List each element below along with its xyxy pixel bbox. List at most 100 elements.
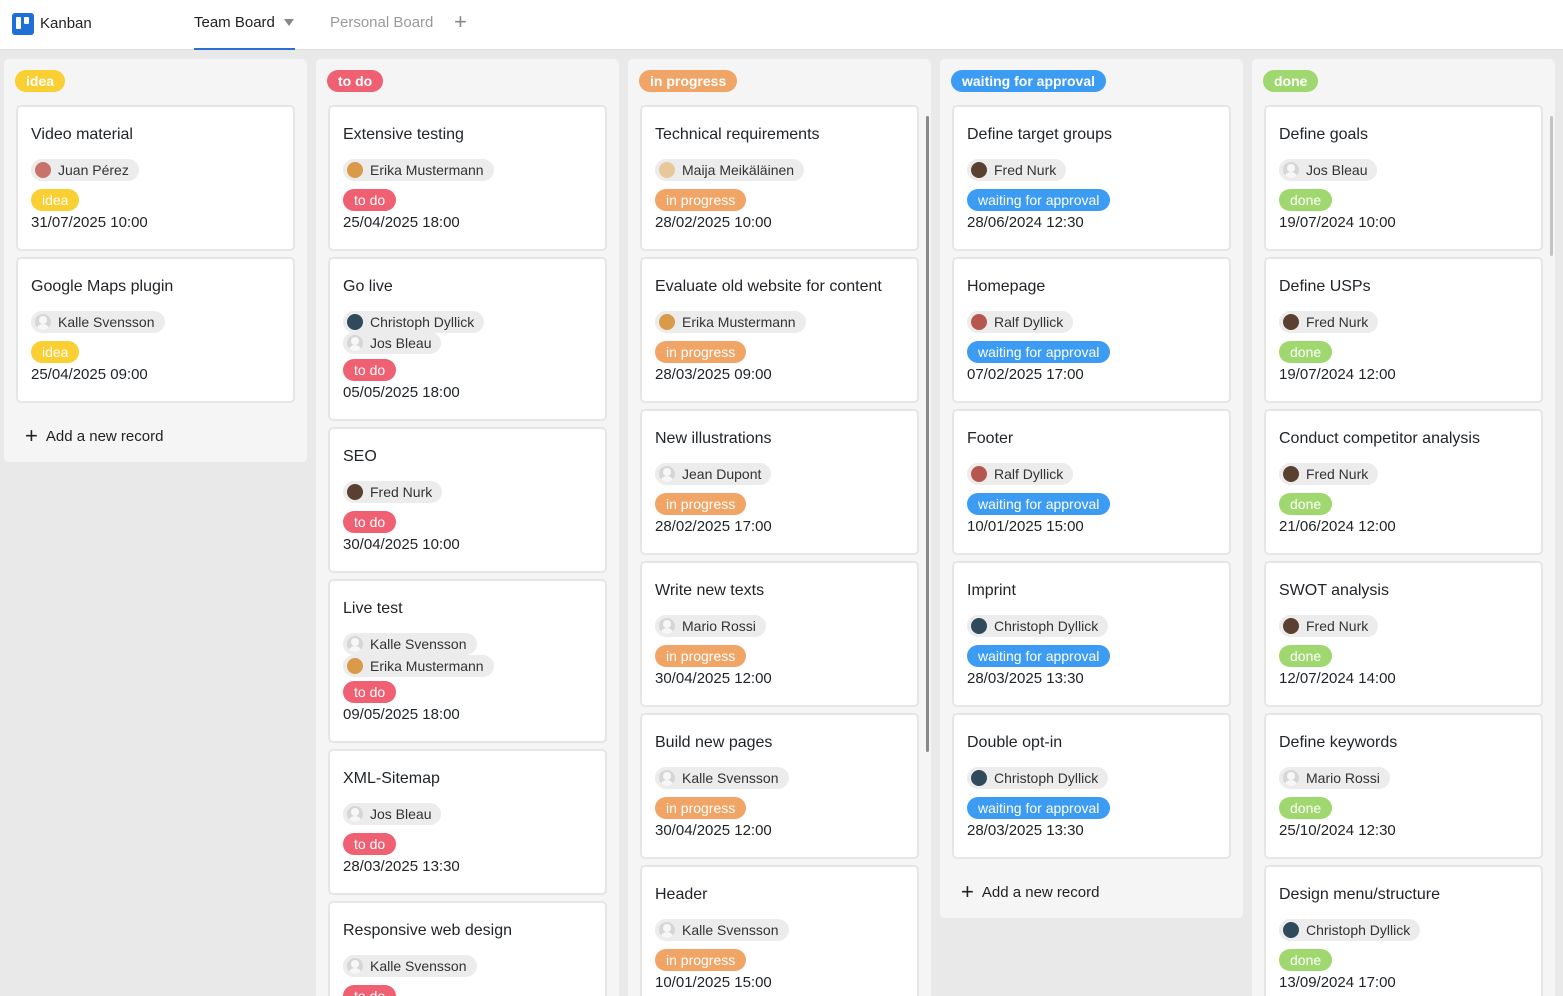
kanban-logo-icon bbox=[12, 13, 34, 35]
column-tag: in progress bbox=[639, 70, 738, 92]
avatar bbox=[347, 484, 363, 500]
status-badge: in progress bbox=[655, 797, 747, 819]
avatar bbox=[971, 162, 987, 178]
person-tag: Jos Bleau bbox=[343, 803, 442, 825]
add-record-button[interactable]: + Add a new record bbox=[25, 423, 163, 449]
column-waiting-for-approval: waiting for approval Define target group… bbox=[940, 59, 1243, 918]
card-date: 25/10/2024 12:30 bbox=[1279, 822, 1396, 839]
record-card[interactable]: Define keywords Mario Rossi done 25/10/2… bbox=[1264, 713, 1543, 859]
column-scrollbar[interactable] bbox=[926, 116, 929, 752]
tab-personal-board[interactable]: Personal Board bbox=[330, 14, 433, 50]
person-tag: Fred Nurk bbox=[967, 159, 1067, 181]
status-badge: in progress bbox=[655, 189, 747, 211]
status-badge: waiting for approval bbox=[967, 189, 1111, 211]
chevron-down-icon[interactable] bbox=[284, 19, 294, 26]
tab-team-board[interactable]: Team Board bbox=[194, 14, 295, 50]
person-tag: Fred Nurk bbox=[343, 481, 443, 503]
record-card[interactable]: Double opt-in Christoph Dyllick waiting … bbox=[952, 713, 1231, 859]
person-tag: Jos Bleau bbox=[1279, 159, 1378, 181]
column-tag: to do bbox=[327, 70, 384, 92]
status-badge: idea bbox=[31, 189, 80, 211]
record-card[interactable]: Define target groups Fred Nurk waiting f… bbox=[952, 105, 1231, 251]
card-title: Homepage bbox=[967, 278, 1046, 295]
card-date: 07/02/2025 17:00 bbox=[967, 366, 1084, 383]
status-badge: in progress bbox=[655, 949, 747, 971]
card-title: Define goals bbox=[1279, 126, 1368, 143]
user-icon bbox=[659, 618, 675, 634]
person-tag: Christoph Dyllick bbox=[1279, 919, 1421, 941]
record-card[interactable]: New illustrations Jean Dupont in progres… bbox=[640, 409, 919, 555]
avatar bbox=[971, 618, 987, 634]
card-title: Evaluate old website for content bbox=[655, 278, 882, 295]
card-title: Live test bbox=[343, 600, 403, 617]
avatar bbox=[347, 314, 363, 330]
person-tag: Ralf Dyllick bbox=[967, 463, 1074, 485]
status-badge: waiting for approval bbox=[967, 493, 1111, 515]
avatar bbox=[1283, 466, 1299, 482]
person-tag: Erika Mustermann bbox=[655, 311, 806, 333]
card-date: 10/01/2025 15:00 bbox=[967, 518, 1084, 535]
card-date: 28/03/2025 13:30 bbox=[343, 858, 460, 875]
plus-icon[interactable]: + bbox=[454, 10, 467, 34]
record-card[interactable]: Build new pages Kalle Svensson in progre… bbox=[640, 713, 919, 859]
record-card[interactable]: Define goals Jos Bleau done 19/07/2024 1… bbox=[1264, 105, 1543, 251]
person-tag: Kalle Svensson bbox=[655, 767, 789, 789]
card-title: Extensive testing bbox=[343, 126, 464, 143]
status-badge: to do bbox=[343, 833, 397, 855]
user-icon bbox=[1283, 770, 1299, 786]
card-title: Imprint bbox=[967, 582, 1016, 599]
card-date: 28/03/2025 13:30 bbox=[967, 670, 1084, 687]
card-title: XML-Sitemap bbox=[343, 770, 440, 787]
card-date: 19/07/2024 12:00 bbox=[1279, 366, 1396, 383]
add-record-button[interactable]: + Add a new record bbox=[961, 879, 1099, 905]
avatar bbox=[659, 314, 675, 330]
card-date: 28/02/2025 17:00 bbox=[655, 518, 772, 535]
card-title: New illustrations bbox=[655, 430, 772, 447]
card-date: 25/04/2025 18:00 bbox=[343, 214, 460, 231]
person-tag: Christoph Dyllick bbox=[343, 311, 485, 333]
record-card[interactable]: Google Maps plugin Kalle Svensson idea 2… bbox=[16, 257, 295, 403]
user-icon bbox=[347, 806, 363, 822]
record-card[interactable]: Write new texts Mario Rossi in progress … bbox=[640, 561, 919, 707]
record-card[interactable]: Extensive testing Erika Mustermann to do… bbox=[328, 105, 607, 251]
record-card[interactable]: Evaluate old website for content Erika M… bbox=[640, 257, 919, 403]
person-tag: Mario Rossi bbox=[1279, 767, 1390, 789]
record-card[interactable]: Responsive web design Kalle Svensson to … bbox=[328, 901, 607, 996]
status-badge: in progress bbox=[655, 493, 747, 515]
column-to-do: to do Extensive testing Erika Mustermann… bbox=[316, 59, 619, 996]
record-card[interactable]: Conduct competitor analysis Fred Nurk do… bbox=[1264, 409, 1543, 555]
avatar bbox=[971, 314, 987, 330]
card-title: Define USPs bbox=[1279, 278, 1371, 295]
record-card[interactable]: Define USPs Fred Nurk done 19/07/2024 12… bbox=[1264, 257, 1543, 403]
card-date: 13/09/2024 17:00 bbox=[1279, 974, 1396, 991]
user-icon bbox=[659, 770, 675, 786]
avatar bbox=[347, 162, 363, 178]
column-scrollbar[interactable] bbox=[1550, 116, 1553, 256]
user-icon bbox=[347, 636, 363, 652]
person-tag: Fred Nurk bbox=[1279, 311, 1379, 333]
card-title: Video material bbox=[31, 126, 133, 143]
person-tag: Kalle Svensson bbox=[31, 311, 165, 333]
record-card[interactable]: Footer Ralf Dyllick waiting for approval… bbox=[952, 409, 1231, 555]
record-card[interactable]: Imprint Christoph Dyllick waiting for ap… bbox=[952, 561, 1231, 707]
record-card[interactable]: SWOT analysis Fred Nurk done 12/07/2024 … bbox=[1264, 561, 1543, 707]
record-card[interactable]: Design menu/structure Christoph Dyllick … bbox=[1264, 865, 1543, 996]
record-card[interactable]: SEO Fred Nurk to do 30/04/2025 10:00 bbox=[328, 427, 607, 573]
record-card[interactable]: Header Kalle Svensson in progress 10/01/… bbox=[640, 865, 919, 996]
card-date: 28/03/2025 13:30 bbox=[967, 822, 1084, 839]
card-date: 28/02/2025 10:00 bbox=[655, 214, 772, 231]
top-bar: Kanban Team Board Personal Board + bbox=[0, 0, 1563, 50]
person-tag: Jean Dupont bbox=[655, 463, 772, 485]
card-title: SWOT analysis bbox=[1279, 582, 1389, 599]
record-card[interactable]: Live test Kalle Svensson Erika Musterman… bbox=[328, 579, 607, 743]
record-card[interactable]: Video material Juan Pérez idea 31/07/202… bbox=[16, 105, 295, 251]
record-card[interactable]: Technical requirements Maija Meikäläinen… bbox=[640, 105, 919, 251]
user-icon bbox=[35, 314, 51, 330]
user-icon bbox=[659, 466, 675, 482]
record-card[interactable]: XML-Sitemap Jos Bleau to do 28/03/2025 1… bbox=[328, 749, 607, 895]
status-badge: done bbox=[1279, 493, 1333, 515]
status-badge: to do bbox=[343, 985, 397, 996]
record-card[interactable]: Homepage Ralf Dyllick waiting for approv… bbox=[952, 257, 1231, 403]
tab-team-board-label: Team Board bbox=[194, 14, 275, 31]
record-card[interactable]: Go live Christoph Dyllick Jos Bleau to d… bbox=[328, 257, 607, 421]
